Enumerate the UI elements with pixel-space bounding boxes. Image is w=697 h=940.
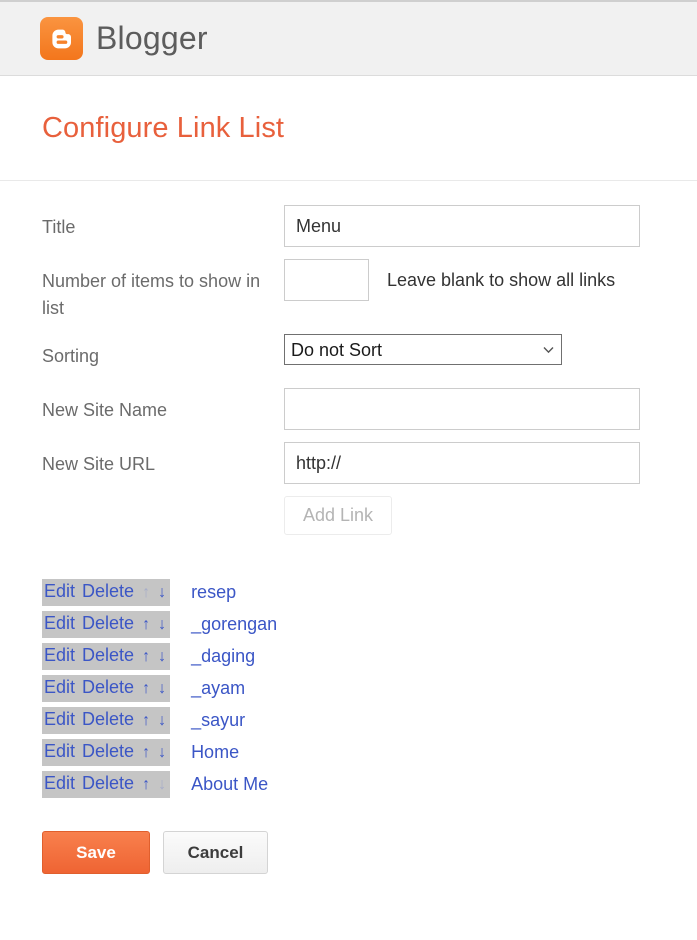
blogger-brand[interactable]: Blogger xyxy=(40,17,208,60)
edit-link[interactable]: Edit xyxy=(44,580,75,602)
sorting-select[interactable]: Do not Sort xyxy=(284,334,562,365)
form-row-add-link: Add Link xyxy=(42,496,697,535)
label-num-items: Number of items to show in list xyxy=(42,271,261,318)
label-title: Title xyxy=(42,217,76,237)
edit-link[interactable]: Edit xyxy=(44,612,75,634)
page-title: Configure Link List xyxy=(42,112,285,144)
delete-link[interactable]: Delete xyxy=(82,676,134,698)
link-list-row: Edit Delete ↑ ↓ _ayam xyxy=(42,672,697,704)
link-site-name[interactable]: About Me xyxy=(191,774,268,795)
link-row-actions: Edit Delete ↑ ↓ xyxy=(42,642,171,670)
delete-link[interactable]: Delete xyxy=(82,772,134,794)
edit-link[interactable]: Edit xyxy=(44,772,75,794)
link-site-name[interactable]: Home xyxy=(191,742,239,763)
form-actions: Save Cancel xyxy=(0,800,697,874)
blogger-b-icon xyxy=(40,17,83,60)
num-items-input[interactable] xyxy=(284,259,369,301)
link-site-name[interactable]: _sayur xyxy=(191,710,245,731)
edit-link[interactable]: Edit xyxy=(44,708,75,730)
new-site-url-input[interactable] xyxy=(284,442,640,484)
delete-link[interactable]: Delete xyxy=(82,580,134,602)
arrow-down-icon[interactable]: ↓ xyxy=(158,646,166,668)
link-row-actions: Edit Delete ↑ ↓ xyxy=(42,674,171,702)
link-site-name[interactable]: _ayam xyxy=(191,678,245,699)
link-site-name[interactable]: _gorengan xyxy=(191,614,277,635)
link-list-row: Edit Delete ↑ ↓ _gorengan xyxy=(42,608,697,640)
label-sorting: Sorting xyxy=(42,346,100,366)
arrow-down-icon[interactable]: ↓ xyxy=(158,614,166,636)
arrow-up-icon: ↑ xyxy=(142,583,151,601)
save-button[interactable]: Save xyxy=(42,831,150,874)
arrow-up-icon[interactable]: ↑ xyxy=(142,774,150,796)
link-site-name[interactable]: resep xyxy=(191,582,236,603)
form-row-title: Title xyxy=(42,205,697,247)
brand-name: Blogger xyxy=(96,20,208,56)
link-row-actions: Edit Delete ↑ ↓ xyxy=(42,770,171,798)
arrow-up-icon[interactable]: ↑ xyxy=(142,646,150,668)
link-list-row: Edit Delete ↑ ↓ resep xyxy=(42,576,697,608)
delete-link[interactable]: Delete xyxy=(82,644,134,666)
new-site-name-input[interactable] xyxy=(284,388,640,430)
arrow-down-icon[interactable]: ↓ xyxy=(158,582,166,604)
link-site-name[interactable]: _daging xyxy=(191,646,255,667)
arrow-down-icon[interactable]: ↓ xyxy=(158,742,166,764)
arrow-up-icon[interactable]: ↑ xyxy=(142,710,150,732)
arrow-down-icon[interactable]: ↓ xyxy=(158,678,166,700)
form-row-new-site-name: New Site Name xyxy=(42,388,697,430)
link-list-row: Edit Delete ↑ ↓ Home xyxy=(42,736,697,768)
arrow-up-icon[interactable]: ↑ xyxy=(142,742,150,764)
link-list-row: Edit Delete ↑ ↓ _sayur xyxy=(42,704,697,736)
link-list-row: Edit Delete ↑ ↓ _daging xyxy=(42,640,697,672)
cancel-button[interactable]: Cancel xyxy=(163,831,268,874)
edit-link[interactable]: Edit xyxy=(44,676,75,698)
label-new-site-url: New Site URL xyxy=(42,454,156,474)
add-link-button[interactable]: Add Link xyxy=(284,496,393,535)
link-row-actions: Edit Delete ↑ ↓ xyxy=(42,738,171,766)
app-header: Blogger xyxy=(0,0,697,76)
delete-link[interactable]: Delete xyxy=(82,708,134,730)
arrow-up-icon[interactable]: ↑ xyxy=(142,678,150,700)
link-row-actions: Edit Delete ↑ ↓ xyxy=(42,610,171,638)
link-list-row: Edit Delete ↑ ↓ About Me xyxy=(42,768,697,800)
form-row-new-site-url: New Site URL xyxy=(42,442,697,484)
edit-link[interactable]: Edit xyxy=(44,740,75,762)
link-row-actions: Edit Delete ↑ ↓ xyxy=(42,578,171,606)
form-row-sorting: Sorting Do not Sort xyxy=(42,334,697,376)
arrow-down-icon: ↓ xyxy=(158,775,167,793)
num-items-hint: Leave blank to show all links xyxy=(387,269,616,290)
delete-link[interactable]: Delete xyxy=(82,740,134,762)
arrow-up-icon[interactable]: ↑ xyxy=(142,614,150,636)
arrow-down-icon[interactable]: ↓ xyxy=(158,710,166,732)
label-new-site-name: New Site Name xyxy=(42,400,168,420)
link-list: Edit Delete ↑ ↓ resep Edit Delete ↑ ↓ _gorengan Ed… xyxy=(0,576,697,800)
form-row-num-items: Number of items to show in list Leave bl… xyxy=(42,259,697,322)
delete-link[interactable]: Delete xyxy=(82,612,134,634)
title-input[interactable] xyxy=(284,205,640,247)
configure-form: Title Number of items to show in list Le… xyxy=(0,181,697,535)
link-row-actions: Edit Delete ↑ ↓ xyxy=(42,706,171,734)
edit-link[interactable]: Edit xyxy=(44,644,75,666)
page-title-section: Configure Link List xyxy=(0,76,697,181)
